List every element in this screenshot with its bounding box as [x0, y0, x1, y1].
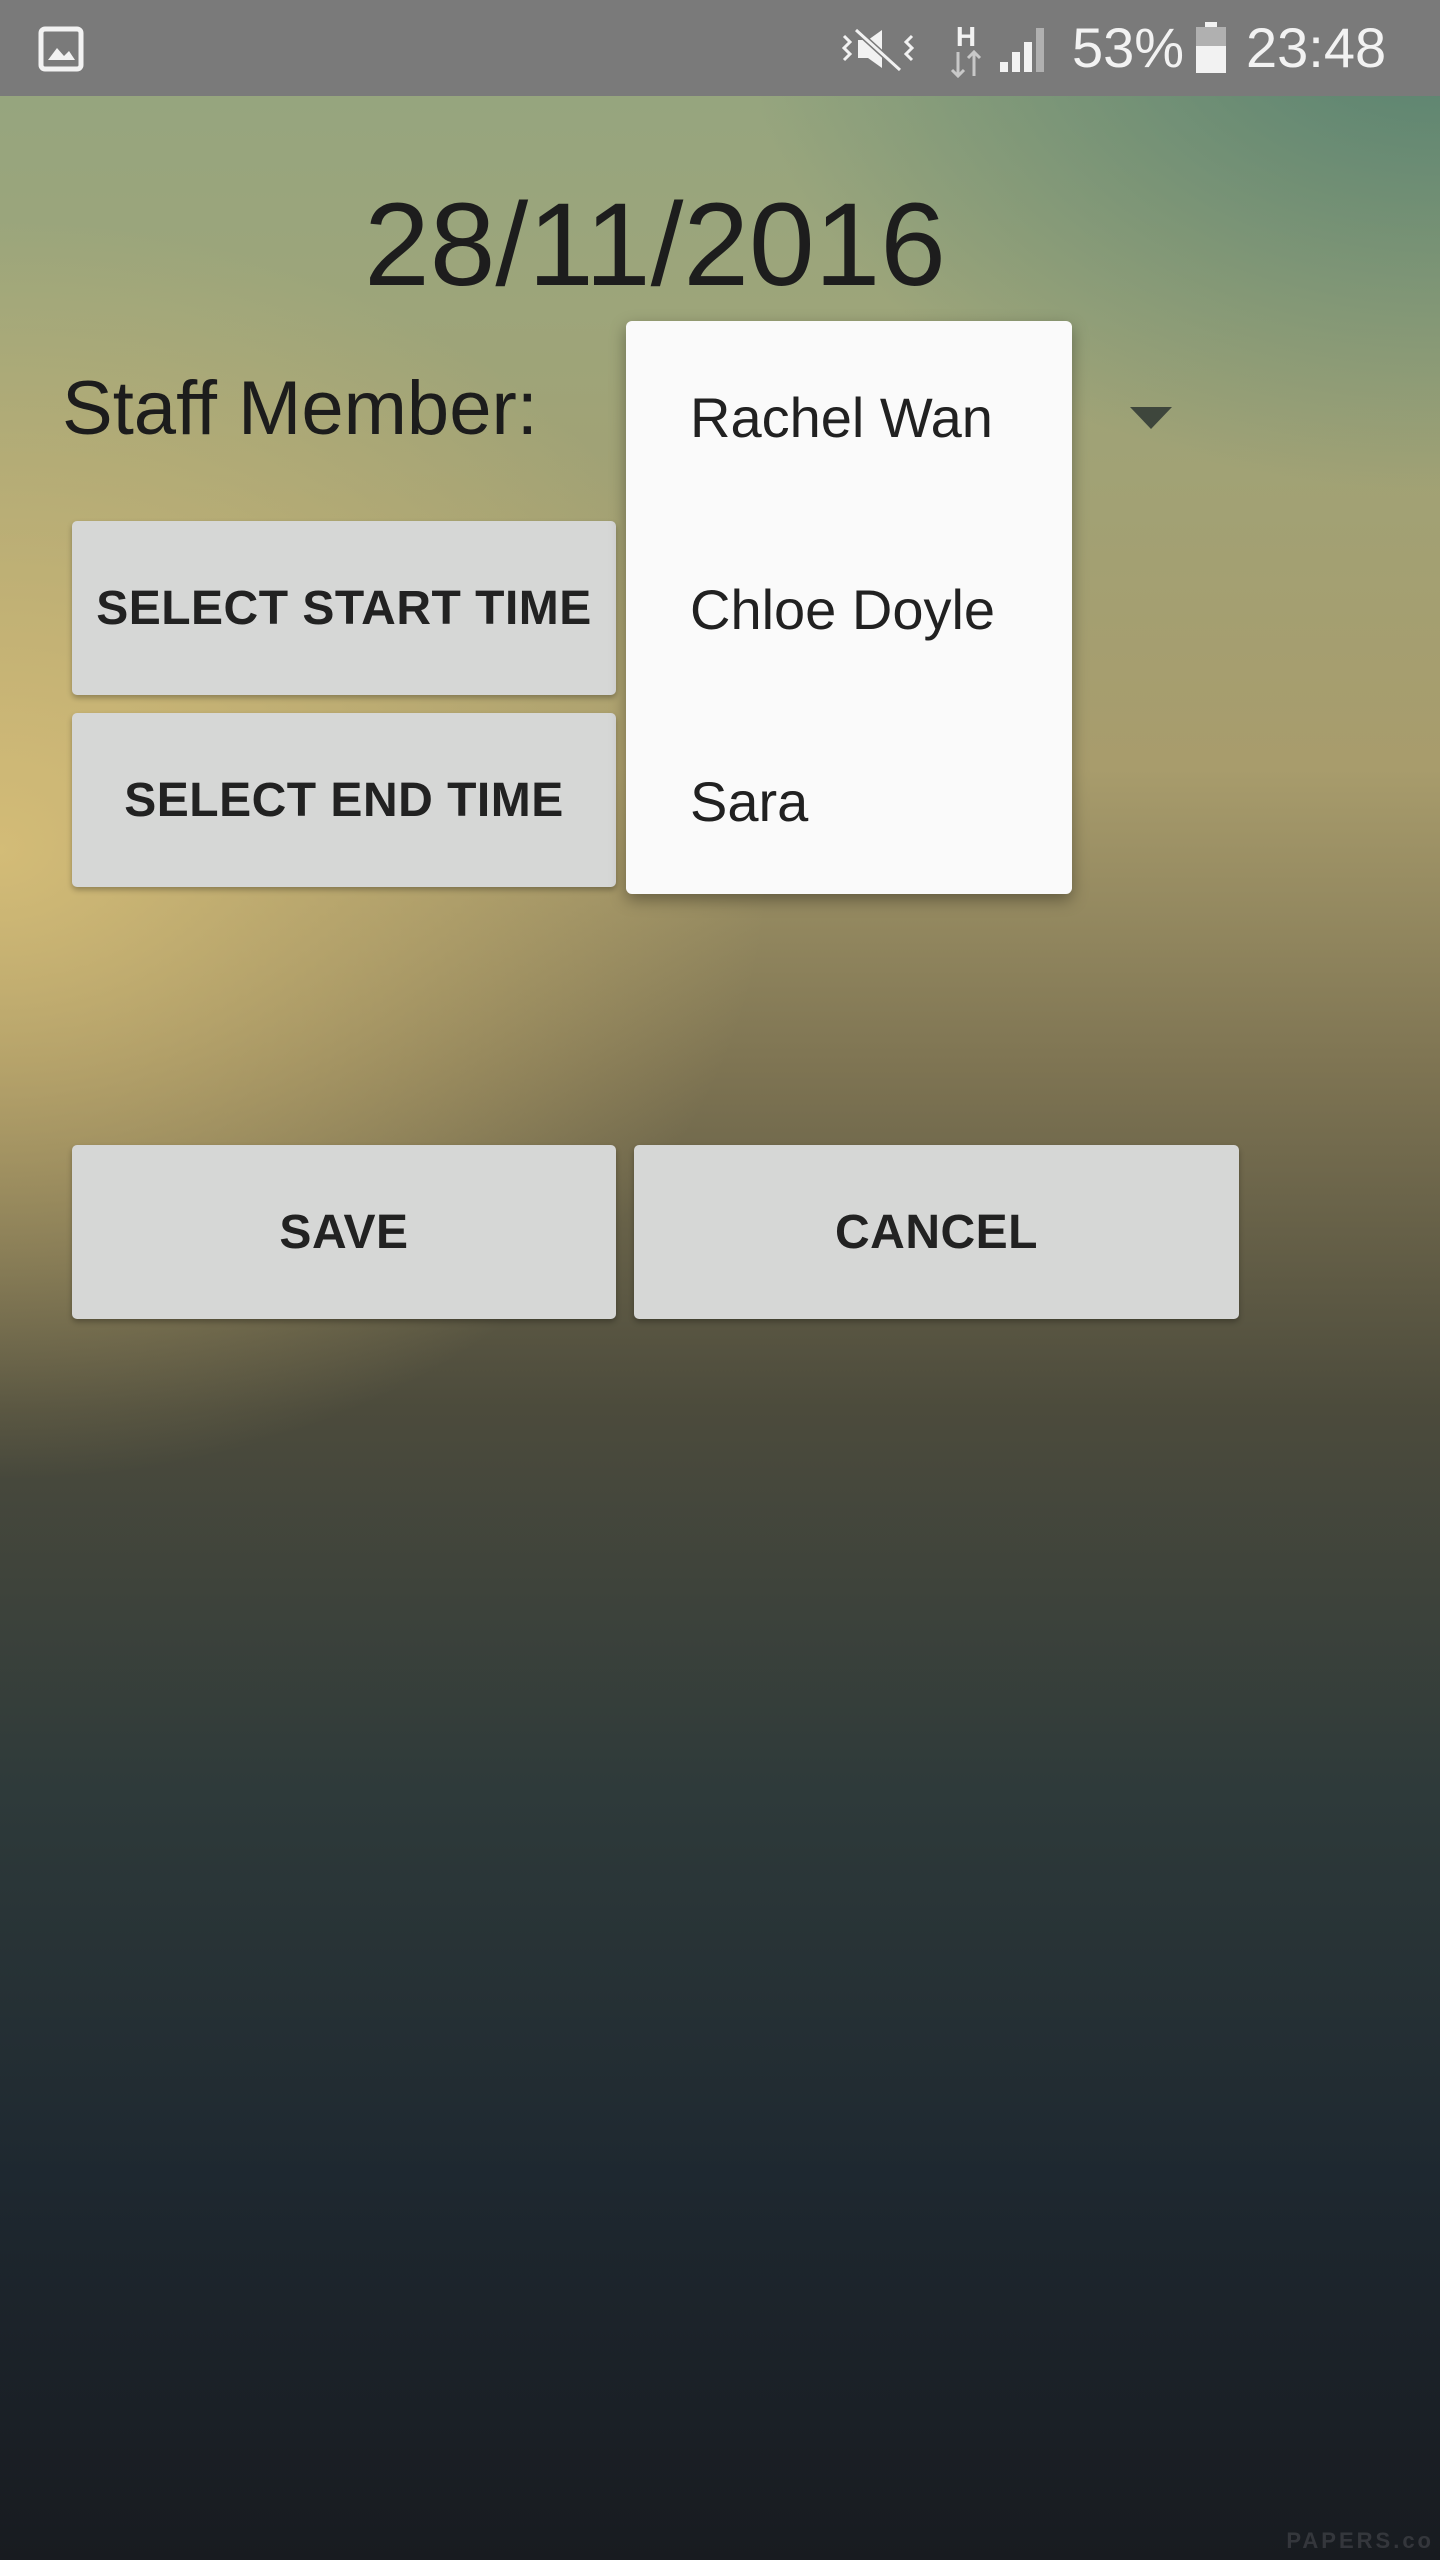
- hspa-data-icon: H: [950, 21, 982, 79]
- signal-icon: [1000, 28, 1044, 72]
- app-screen: H 53% 23:48 28/11/2016 Staff Member: SEL…: [0, 0, 1440, 2560]
- dropdown-arrow-icon[interactable]: [1130, 407, 1172, 429]
- select-end-time-button[interactable]: SELECT END TIME: [72, 713, 616, 887]
- battery-percentage: 53%: [1072, 16, 1185, 79]
- svg-text:H: H: [956, 21, 976, 52]
- wallpaper-watermark: PAPERS.co: [1286, 2528, 1434, 2553]
- staff-member-dropdown: Rachel Wan Chloe Doyle Sara: [626, 321, 1072, 894]
- staff-option-sara[interactable]: Sara: [626, 705, 1072, 897]
- date-title: 28/11/2016: [364, 179, 946, 311]
- mute-vibrate-icon: [841, 27, 915, 73]
- battery-icon: [1196, 22, 1226, 73]
- status-clock: 23:48: [1246, 16, 1387, 79]
- save-button[interactable]: SAVE: [72, 1145, 616, 1319]
- cancel-button[interactable]: CANCEL: [634, 1145, 1239, 1319]
- staff-option-rachel-wan[interactable]: Rachel Wan: [626, 321, 1072, 513]
- select-start-time-button[interactable]: SELECT START TIME: [72, 521, 616, 695]
- status-bar: H 53% 23:48: [0, 0, 1440, 96]
- staff-option-chloe-doyle[interactable]: Chloe Doyle: [626, 513, 1072, 705]
- gallery-icon: [38, 26, 84, 72]
- staff-member-label: Staff Member:: [62, 366, 538, 451]
